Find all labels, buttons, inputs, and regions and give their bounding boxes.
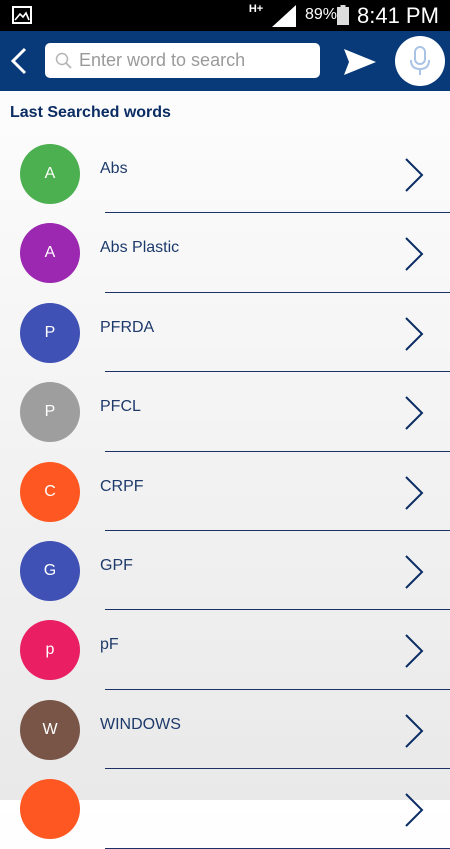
chevron-right-icon[interactable]: [403, 236, 425, 272]
list-item[interactable]: p pF: [0, 610, 450, 690]
chevron-right-icon[interactable]: [403, 633, 425, 669]
recent-words-list: A Abs A Abs Plastic P PFRDA P PFCL C CRPF G GPF p pF W…: [0, 134, 450, 849]
avatar: A: [20, 223, 80, 284]
avatar: G: [20, 540, 80, 601]
signal-icon: [272, 5, 296, 27]
clock: 8:41 PM: [357, 3, 439, 28]
list-item[interactable]: [0, 769, 450, 849]
send-icon[interactable]: [344, 49, 376, 75]
mic-button[interactable]: [395, 36, 445, 86]
back-icon[interactable]: [7, 47, 31, 75]
search-input[interactable]: [79, 43, 314, 78]
list-item[interactable]: W WINDOWS: [0, 690, 450, 770]
word-label: Abs: [100, 160, 128, 177]
chevron-right-icon[interactable]: [403, 554, 425, 590]
word-label: CRPF: [100, 477, 144, 495]
word-label: PFRDA: [100, 318, 155, 336]
list-item[interactable]: G GPF: [0, 531, 450, 611]
chevron-right-icon[interactable]: [403, 157, 425, 193]
avatar: P: [20, 382, 80, 443]
mic-icon: [410, 46, 430, 75]
search-toolbar: [0, 31, 450, 91]
chevron-right-icon[interactable]: [403, 316, 425, 352]
list-item[interactable]: A Abs: [0, 134, 450, 214]
chevron-right-icon[interactable]: [403, 713, 425, 749]
battery-icon: [337, 5, 349, 25]
word-label: pF: [100, 636, 119, 654]
word-label: GPF: [100, 556, 133, 574]
gallery-icon: [12, 6, 32, 24]
word-label: WINDOWS: [100, 715, 181, 733]
section-title: Last Searched words: [10, 104, 171, 121]
word-label: PFCL: [100, 398, 141, 416]
chevron-right-icon[interactable]: [403, 395, 425, 431]
list-item[interactable]: P PFRDA: [0, 293, 450, 373]
avatar: C: [20, 461, 80, 522]
battery-percent: 89%: [305, 6, 338, 23]
search-icon: [55, 52, 72, 69]
avatar: p: [20, 620, 80, 681]
search-box[interactable]: [45, 43, 320, 78]
list-item[interactable]: P PFCL: [0, 372, 450, 452]
list-item[interactable]: A Abs Plastic: [0, 213, 450, 293]
network-type: H+: [248, 3, 264, 15]
chevron-right-icon[interactable]: [403, 792, 425, 828]
chevron-right-icon[interactable]: [403, 475, 425, 511]
avatar: A: [20, 144, 80, 204]
word-label: Abs Plastic: [100, 239, 180, 257]
avatar: W: [20, 699, 80, 760]
status-bar: H+ 89% 8:41 PM: [0, 0, 450, 31]
list-item[interactable]: C CRPF: [0, 452, 450, 531]
avatar: P: [20, 302, 80, 363]
divider: [105, 847, 450, 849]
avatar: [20, 779, 80, 840]
